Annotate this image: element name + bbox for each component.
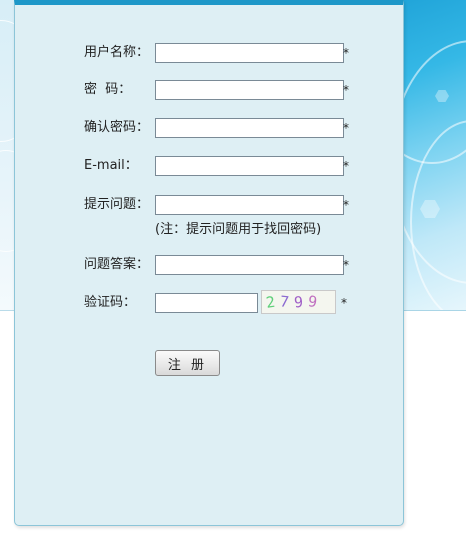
confirm-password-label: 确认密码： bbox=[84, 120, 150, 135]
captcha-row: 验证码： 2799 * bbox=[15, 290, 405, 314]
required-mark: * bbox=[343, 46, 349, 60]
captcha-input[interactable] bbox=[155, 293, 258, 313]
username-row: 用户名称： * bbox=[15, 42, 405, 64]
username-label: 用户名称： bbox=[84, 45, 150, 60]
hint-question-label: 提示问题： bbox=[84, 197, 150, 212]
email-row: E-mail： * bbox=[15, 155, 405, 177]
password-row: 密 码： * bbox=[15, 79, 405, 101]
required-mark: * bbox=[343, 83, 349, 97]
answer-label: 问题答案： bbox=[84, 257, 150, 272]
email-input[interactable] bbox=[155, 156, 344, 176]
required-mark: * bbox=[343, 121, 349, 135]
password-label: 密 码： bbox=[84, 82, 132, 97]
answer-input[interactable] bbox=[155, 255, 344, 275]
username-input[interactable] bbox=[155, 43, 344, 63]
captcha-digit: 9 bbox=[306, 292, 324, 312]
registration-panel: 用户名称： * 密 码： * 确认密码： * E-mail： * 提示问题： *… bbox=[14, 0, 404, 526]
hint-question-input[interactable] bbox=[155, 195, 344, 215]
hint-note: (注：提示问题用于找回密码) bbox=[155, 222, 322, 237]
required-mark: * bbox=[343, 159, 349, 173]
required-mark: * bbox=[341, 296, 347, 310]
password-input[interactable] bbox=[155, 80, 344, 100]
confirm-password-input[interactable] bbox=[155, 118, 344, 138]
answer-row: 问题答案： * bbox=[15, 254, 405, 276]
required-mark: * bbox=[343, 198, 349, 212]
required-mark: * bbox=[343, 258, 349, 272]
register-button[interactable]: 注 册 bbox=[155, 350, 220, 376]
email-label: E-mail： bbox=[84, 158, 138, 173]
hint-question-row: 提示问题： * bbox=[15, 194, 405, 216]
captcha-image[interactable]: 2799 bbox=[261, 290, 336, 314]
captcha-label: 验证码： bbox=[84, 295, 137, 310]
registration-page: 用户名称： * 密 码： * 确认密码： * E-mail： * 提示问题： *… bbox=[0, 0, 466, 533]
confirm-password-row: 确认密码： * bbox=[15, 117, 405, 139]
